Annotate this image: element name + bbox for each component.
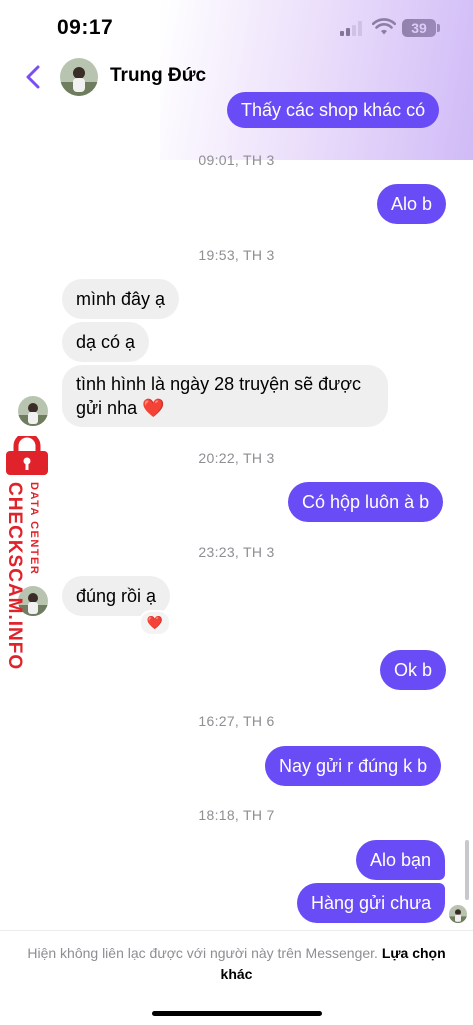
checkscam-watermark: CHECKSCAM.INFO DATA CENTER	[2, 436, 58, 670]
reaction-badge[interactable]: ❤️	[139, 610, 171, 636]
timestamp: 18:18, TH 7	[198, 807, 275, 823]
message-text-line: tình hình là ngày 28 truyện sẽ được	[76, 374, 362, 394]
status-time: 09:17	[57, 16, 114, 39]
padlock-icon	[6, 436, 48, 475]
contact-avatar-small[interactable]	[18, 396, 48, 426]
message-bubble-incoming[interactable]: tình hình là ngày 28 truyện sẽ được gửi …	[62, 365, 388, 427]
composer-unavailable-bar: Hiện không liên lạc được với người này t…	[0, 930, 473, 1025]
watermark-brand: CHECKSCAM.INFO	[4, 482, 25, 671]
message-bubble-outgoing[interactable]: Có hộp luôn à b	[288, 482, 444, 522]
notice-text: Hiện không liên lạc được với người này t…	[27, 945, 378, 961]
message-bubble-outgoing[interactable]: Nay gửi r đúng k b	[265, 746, 442, 786]
contact-name[interactable]: Trung Đức	[110, 65, 206, 87]
timestamp: 19:53, TH 3	[198, 247, 275, 263]
message-list[interactable]: Thấy các shop khác có 09:01, TH 3 Alo b …	[0, 92, 473, 930]
message-bubble-incoming[interactable]: dạ có ạ	[62, 322, 150, 362]
message-bubble-outgoing[interactable]: Ok b	[380, 650, 447, 690]
home-indicator[interactable]	[152, 1011, 322, 1016]
message-bubble-outgoing[interactable]: Alo b	[377, 184, 447, 224]
back-chevron-icon[interactable]	[22, 64, 44, 90]
message-bubble-outgoing[interactable]: Thấy các shop khác có	[227, 92, 440, 128]
contact-avatar[interactable]	[60, 58, 98, 96]
scrollbar-thumb[interactable]	[465, 840, 469, 900]
watermark-subtitle: DATA CENTER	[28, 482, 40, 576]
timestamp: 16:27, TH 6	[198, 713, 275, 729]
message-text-line: gửi nha	[76, 398, 138, 418]
heart-reaction-icon: ❤️	[146, 615, 164, 630]
heart-emoji-icon: ❤️	[142, 398, 165, 418]
message-bubble-outgoing[interactable]: Alo bạn	[356, 840, 446, 880]
message-bubble-incoming[interactable]: mình đây ạ	[62, 279, 180, 319]
unavailable-notice: Hiện không liên lạc được với người này t…	[20, 943, 453, 985]
message-bubble-outgoing[interactable]: Hàng gửi chưa	[297, 883, 446, 923]
seen-avatar-indicator	[449, 905, 467, 923]
timestamp: 09:01, TH 3	[198, 152, 275, 168]
timestamp: 23:23, TH 3	[198, 544, 275, 560]
timestamp: 20:22, TH 3	[198, 450, 275, 466]
